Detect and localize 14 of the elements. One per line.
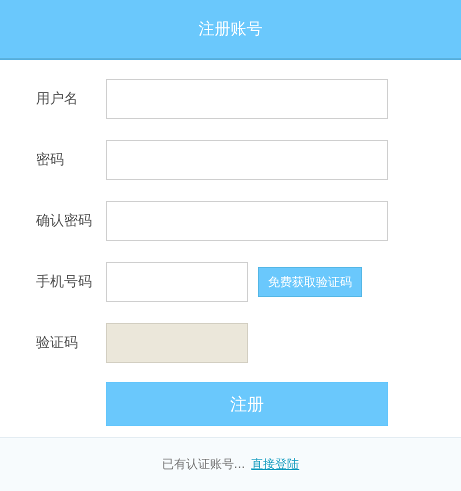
field-label: 验证码 [36, 334, 79, 352]
input-field[interactable] [106, 201, 388, 241]
page-title: 注册账号 [198, 18, 262, 40]
field-label: 用户名 [36, 90, 79, 108]
input-field[interactable] [106, 79, 388, 119]
field-label: 密码 [36, 151, 65, 169]
field-label: 手机号码 [36, 273, 93, 291]
get-code-button[interactable]: 免费获取验证码 [258, 267, 362, 297]
input-field[interactable] [106, 140, 388, 180]
login-link[interactable]: 直接登陆 [251, 456, 300, 473]
footer-text: 已有认证账号... [162, 456, 246, 473]
register-button[interactable]: 注册 [106, 382, 388, 426]
field-label: 确认密码 [36, 212, 93, 230]
input-field[interactable] [106, 262, 248, 302]
